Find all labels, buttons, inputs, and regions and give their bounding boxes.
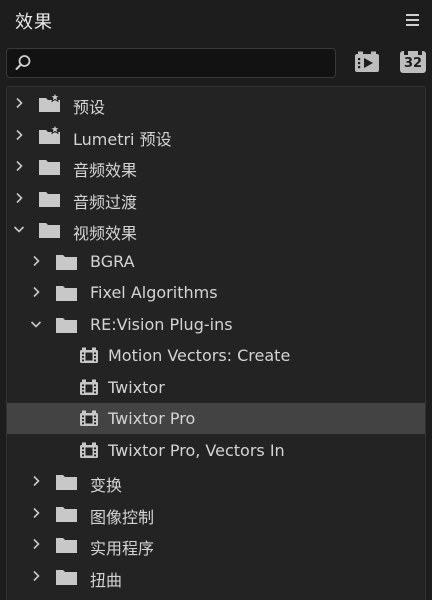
folder-item[interactable]: 视频效果 — [7, 214, 425, 245]
folder-icon — [56, 254, 77, 270]
folder-icon — [56, 317, 77, 333]
effect-item[interactable]: Twixtor Pro, Vectors In — [7, 435, 425, 466]
folder-icon — [56, 475, 77, 490]
tree-item-label: 音频过渡 — [73, 192, 138, 212]
chevron-right-icon[interactable] — [13, 160, 25, 172]
hamburger-menu-icon[interactable] — [406, 14, 420, 26]
tree-item-label: Fixel Algorithms — [90, 283, 218, 302]
folder-item[interactable]: Lumetri 预设 — [7, 120, 425, 151]
chevron-down-icon[interactable] — [30, 318, 42, 330]
tree-item-label: 预设 — [73, 98, 106, 117]
chevron-down-icon[interactable] — [13, 223, 25, 235]
search-box[interactable] — [6, 48, 336, 78]
folder-item[interactable]: 实用程序 — [7, 529, 425, 560]
video-effect-icon — [80, 379, 98, 395]
chevron-right-icon[interactable] — [30, 507, 42, 519]
32-bit-effects-button[interactable]: 32 — [400, 51, 426, 73]
chevron-right-icon[interactable] — [30, 475, 42, 487]
panel-header: 效果 — [0, 0, 432, 40]
effect-item[interactable]: Motion Vectors: Create — [7, 340, 425, 371]
chevron-right-icon[interactable] — [30, 286, 42, 298]
preset-folder-icon — [39, 123, 62, 144]
accelerated-effects-icon[interactable] — [354, 51, 380, 73]
folder-item[interactable]: 图像控制 — [7, 498, 425, 529]
folder-icon — [56, 569, 77, 585]
chevron-right-icon[interactable] — [13, 97, 25, 109]
preset-folder-icon — [39, 92, 62, 112]
chevron-right-icon[interactable] — [30, 255, 42, 267]
video-effect-icon — [80, 347, 98, 363]
tree-item-label: 音频效果 — [73, 161, 138, 180]
folder-item[interactable]: BGRA — [7, 246, 425, 277]
folder-icon — [56, 286, 77, 301]
tree-item-label: Twixtor — [108, 377, 165, 397]
tree-item-label: Motion Vectors: Create — [108, 346, 291, 365]
video-effect-icon — [80, 442, 98, 458]
tree-item-label: 实用程序 — [90, 539, 155, 558]
chevron-right-icon[interactable] — [30, 570, 42, 582]
effects-tree: 预设 Lumetri 预设 音频效果音频过渡视频效果 BGRA Fixel Algori… — [6, 86, 426, 600]
folder-icon — [39, 191, 60, 207]
folder-icon — [56, 538, 77, 553]
tree-item-label: Twixtor Pro, Vectors In — [108, 440, 285, 460]
folder-item[interactable]: 变换 — [7, 466, 425, 497]
folder-icon — [39, 160, 60, 175]
folder-item[interactable]: Fixel Algorithms — [7, 277, 425, 308]
tree-item-label: 图像控制 — [90, 507, 155, 527]
search-input[interactable] — [37, 53, 329, 73]
search-icon — [15, 55, 31, 70]
folder-item[interactable]: 预设 — [7, 88, 425, 119]
effect-item[interactable]: Twixtor — [7, 372, 425, 403]
tree-item-label: 变换 — [90, 476, 123, 495]
panel-title: 效果 — [15, 12, 53, 33]
tree-item-label: Lumetri 预设 — [73, 129, 172, 149]
effects-panel: 效果 32 预设 Lumetri 预设 音频效果音频过渡视频效果 BGRA Fixel … — [0, 0, 432, 600]
tree-item-label: 扭曲 — [90, 570, 123, 590]
effect-item[interactable]: Twixtor Pro — [7, 403, 425, 434]
folder-item[interactable]: 音频过渡 — [7, 183, 425, 214]
chevron-right-icon[interactable] — [30, 538, 42, 550]
tree-item-label: 视频效果 — [73, 224, 138, 243]
tree-item-label: RE:Vision Plug-ins — [90, 314, 233, 334]
folder-item[interactable]: 音频效果 — [7, 151, 425, 182]
folder-icon — [39, 223, 60, 238]
folder-icon — [56, 506, 77, 522]
tree-item-label: BGRA — [90, 251, 135, 271]
tree-item-label: Twixtor Pro — [108, 409, 196, 428]
video-effect-icon — [80, 410, 98, 426]
folder-item[interactable]: RE:Vision Plug-ins — [7, 309, 425, 340]
chevron-right-icon[interactable] — [13, 192, 25, 204]
folder-item[interactable]: 扭曲 — [7, 561, 425, 592]
chevron-right-icon[interactable] — [13, 129, 25, 141]
